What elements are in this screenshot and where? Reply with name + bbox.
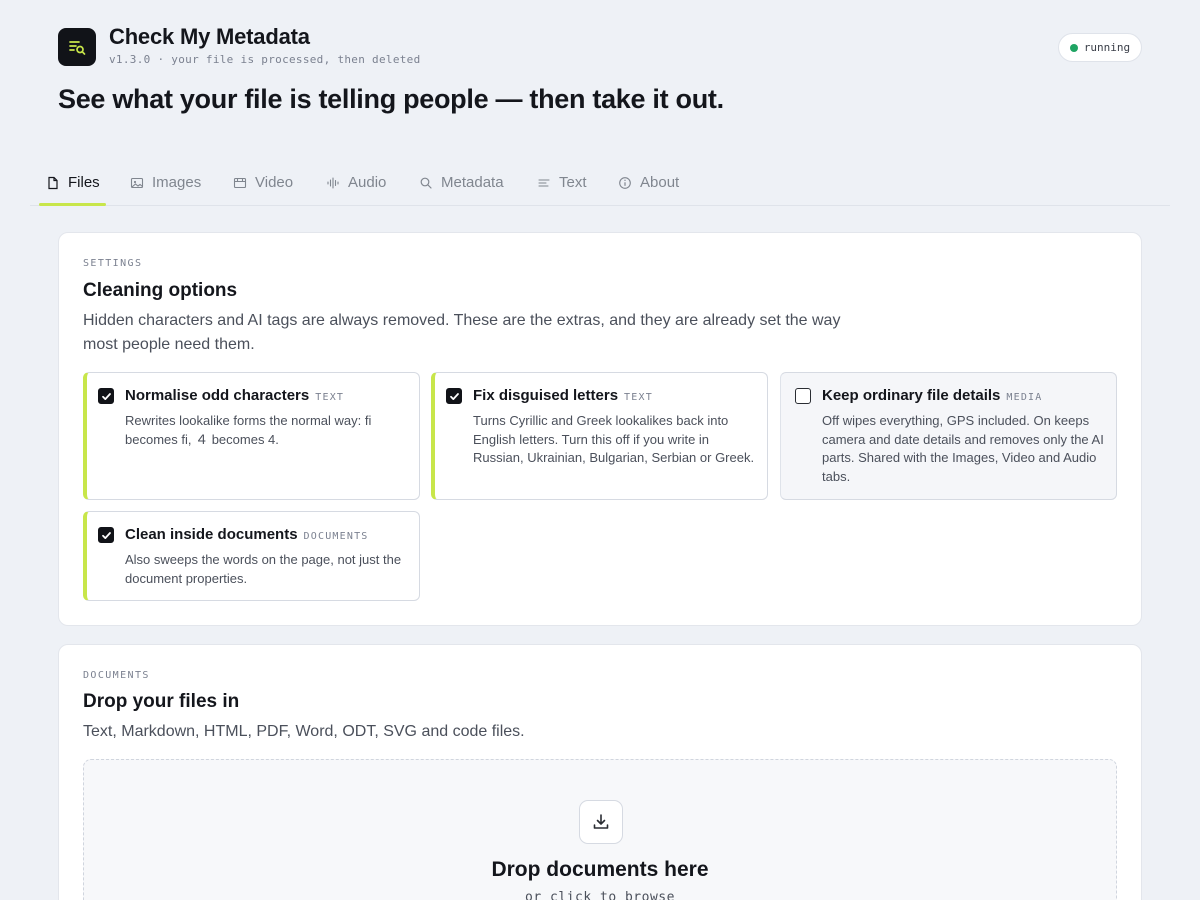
app-subtitle: v1.3.0 · your file is processed, then de… — [109, 53, 421, 66]
image-icon — [130, 177, 144, 188]
option-keep-file-details[interactable]: Keep ordinary file details MEDIA Off wipe… — [780, 372, 1117, 500]
status-dot-icon — [1069, 43, 1078, 52]
search-icon — [420, 177, 432, 189]
documents-eyebrow: DOCUMENTS — [83, 670, 150, 681]
settings-description: Hidden characters and AI tags are always… — [83, 312, 841, 353]
option-tag: DOCUMENTS — [303, 531, 369, 542]
tab-metadata[interactable]: Metadata — [419, 160, 504, 205]
check-icon — [449, 392, 459, 400]
audio-wave-icon — [327, 176, 339, 189]
tab-files[interactable]: Files — [39, 160, 106, 206]
option-description: Off wipes everything, GPS included. On k… — [822, 413, 1104, 484]
tab-label: Metadata — [441, 174, 504, 191]
page-headline: See what your file is telling people — t… — [58, 84, 724, 114]
checkbox[interactable] — [446, 388, 462, 404]
status-badge: running — [1058, 33, 1142, 62]
option-fix-disguised-letters[interactable]: Fix disguised letters TEXT Turns Cyrillic… — [431, 372, 768, 500]
option-normalise-characters[interactable]: Normalise odd characters TEXT Rewrites lo… — [83, 372, 420, 500]
tab-label: Text — [559, 174, 587, 191]
status-text: running — [1083, 41, 1131, 54]
checkbox[interactable] — [98, 527, 114, 543]
tab-label: About — [640, 174, 680, 191]
app-name: Check My Metadata — [109, 24, 310, 49]
option-title: Normalise odd characters TEXT — [125, 387, 345, 404]
option-title: Clean inside documents DOCUMENTS — [125, 526, 369, 543]
text-lines-icon — [538, 178, 550, 187]
option-description: Turns Cyrillic and Greek lookalikes back… — [473, 413, 755, 465]
drop-subtitle: or click to browse — [525, 890, 675, 900]
tab-about[interactable]: About — [618, 160, 679, 205]
app-logo — [58, 28, 96, 66]
info-icon — [619, 176, 631, 189]
check-icon — [101, 392, 111, 400]
documents-card: DOCUMENTS Drop your files in Text, Markd… — [58, 644, 1142, 900]
download-icon — [593, 814, 609, 829]
video-icon — [233, 177, 247, 188]
tab-images[interactable]: Images — [130, 160, 201, 205]
checkbox[interactable] — [98, 388, 114, 404]
settings-card: SETTINGS Cleaning options Hidden charact… — [58, 232, 1142, 626]
tab-video[interactable]: Video — [233, 160, 293, 205]
check-icon — [101, 531, 111, 539]
tab-label: Audio — [348, 174, 387, 191]
tab-label: Files — [68, 174, 100, 191]
drop-title: Drop documents here — [491, 858, 709, 881]
option-tag: TEXT — [315, 392, 345, 403]
tab-bar: Files Images Video Audio Metadata Text A… — [30, 160, 1170, 206]
tab-label: Images — [152, 174, 202, 191]
tab-audio[interactable]: Audio — [326, 160, 386, 205]
settings-eyebrow: SETTINGS — [83, 258, 143, 269]
document-search-icon — [69, 41, 86, 55]
file-dropzone[interactable]: Drop documents here or click to browse — [83, 759, 1117, 900]
option-tag: TEXT — [624, 392, 653, 403]
upload-button[interactable] — [579, 800, 623, 844]
documents-title: Drop your files in — [83, 691, 240, 712]
tab-text[interactable]: Text — [537, 160, 587, 205]
option-tag: MEDIA — [1006, 392, 1043, 403]
option-title: Keep ordinary file details MEDIA — [822, 387, 1043, 404]
option-description: Also sweeps the words on the page, not j… — [125, 552, 402, 586]
settings-title: Cleaning options — [83, 280, 238, 301]
checkbox[interactable] — [795, 388, 811, 404]
documents-description: Text, Markdown, HTML, PDF, Word, ODT, SV… — [83, 723, 525, 740]
tab-label: Video — [255, 174, 294, 191]
option-title: Fix disguised letters TEXT — [473, 387, 653, 404]
option-description: Rewrites lookalike forms the normal way:… — [125, 413, 372, 447]
option-clean-inside-documents[interactable]: Clean inside documents DOCUMENTS Also swe… — [83, 511, 420, 601]
file-icon — [48, 176, 58, 189]
